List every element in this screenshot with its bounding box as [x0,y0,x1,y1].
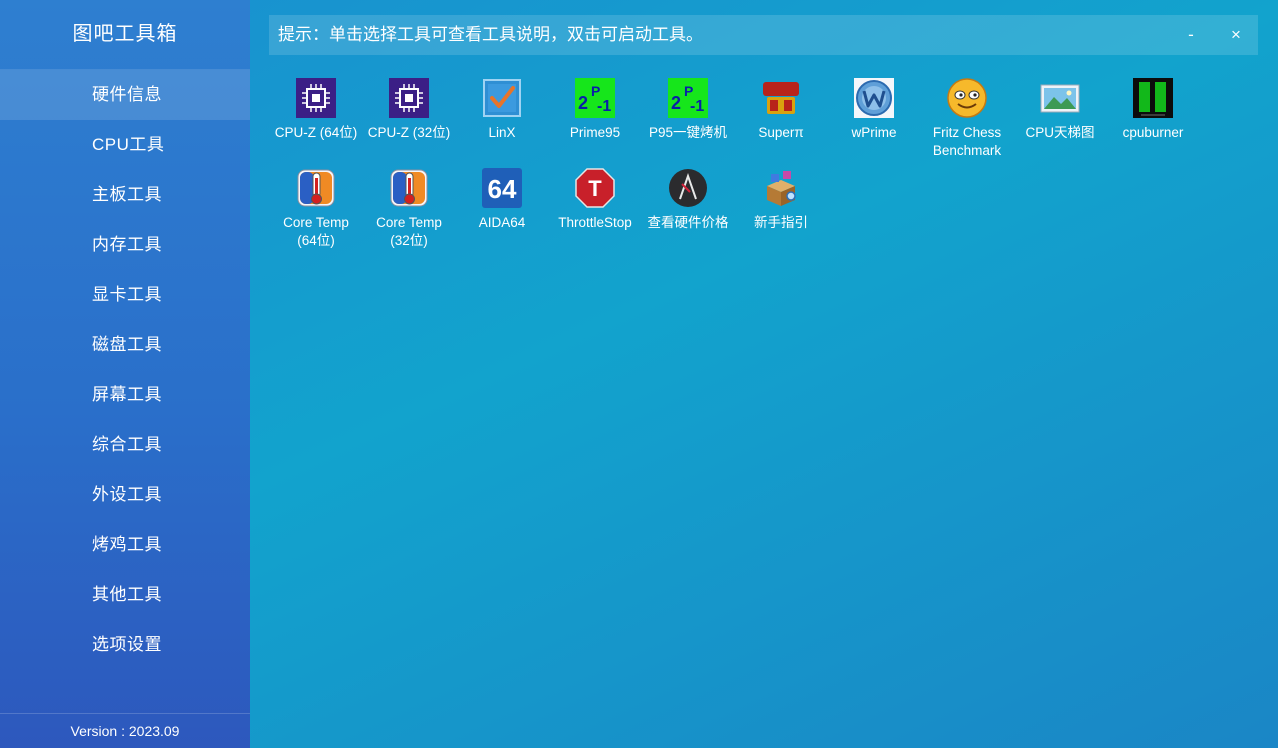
svg-text:2: 2 [671,93,681,113]
svg-text:P: P [684,83,693,99]
close-button[interactable]: × [1221,15,1251,55]
prime95-icon: 2 P -1 [668,78,708,118]
tool-label: cpuburner [1122,125,1184,140]
landscape-picture-icon [1040,84,1080,113]
tool-aida64[interactable]: 64 AIDA64 [455,168,549,232]
tool-p95-oneclick[interactable]: 2 P -1 P95一键烤机 [641,78,735,142]
sidebar-nav: 硬件信息 CPU工具 主板工具 内存工具 显卡工具 磁盘工具 屏幕工具 综合工具… [0,70,250,670]
sidebar-item-general-tools[interactable]: 综合工具 [0,420,250,470]
hint-bar: 提示：单击选择工具可查看工具说明，双击可启动工具。 - × [269,15,1258,55]
tool-hardware-price[interactable]: 查看硬件价格 [641,168,735,232]
sidebar-item-motherboard-tools[interactable]: 主板工具 [0,170,250,220]
tool-fritz-chess[interactable]: Fritz Chess Benchmark [920,78,1014,160]
tool-label: 查看硬件价格 [647,215,729,230]
tool-label: Fritz Chess Benchmark [932,125,1002,158]
cpuz-chip-icon [296,78,336,118]
tool-label: P95一键烤机 [648,125,728,140]
tool-label: Core Temp (64位) [283,215,349,248]
hint-text: 提示：单击选择工具可查看工具说明，双击可启动工具。 [278,25,703,44]
tool-beginner-guide[interactable]: 新手指引 [734,168,828,232]
prime95-icon: 2 P -1 [575,78,615,118]
tool-label: ThrottleStop [558,215,632,230]
sidebar: 图吧工具箱 硬件信息 CPU工具 主板工具 内存工具 显卡工具 磁盘工具 屏幕工… [0,0,250,748]
tool-cpu-ladder[interactable]: CPU天梯图 [1013,78,1107,142]
sidebar-item-disk-tools[interactable]: 磁盘工具 [0,320,250,370]
tool-coretemp-64[interactable]: Core Temp (64位) [269,168,363,250]
stop-sign-icon: T [575,168,615,208]
svg-text:-1: -1 [690,98,704,115]
sidebar-item-gpu-tools[interactable]: 显卡工具 [0,270,250,320]
tool-label: Superπ [758,125,804,140]
package-box-icon [767,171,796,206]
tool-label: Core Temp (32位) [376,215,442,248]
tool-cpuburner[interactable]: cpuburner [1106,78,1200,142]
wprime-icon [854,78,894,118]
tool-superpi[interactable]: Superπ [734,78,828,142]
svg-text:2: 2 [578,93,588,113]
tool-throttlestop[interactable]: T ThrottleStop [548,168,642,232]
dark-logo-icon [669,169,707,207]
sidebar-item-hardware-info[interactable]: 硬件信息 [0,70,250,120]
smiley-face-icon [947,78,987,118]
svg-text:64: 64 [488,174,517,204]
app-title: 图吧工具箱 [0,0,250,70]
sidebar-item-other-tools[interactable]: 其他工具 [0,570,250,620]
tool-label: wPrime [851,125,897,140]
tool-label: CPU天梯图 [1025,125,1095,140]
tool-wprime[interactable]: wPrime [827,78,921,142]
sidebar-item-peripheral-tools[interactable]: 外设工具 [0,470,250,520]
sidebar-item-stress-tools[interactable]: 烤鸡工具 [0,520,250,570]
sidebar-item-screen-tools[interactable]: 屏幕工具 [0,370,250,420]
minimize-button[interactable]: - [1176,15,1206,55]
cpuburner-bars-icon [1133,78,1173,118]
cpuz-chip-icon [389,78,429,118]
sidebar-item-memory-tools[interactable]: 内存工具 [0,220,250,270]
tool-label: 新手指引 [754,215,808,230]
svg-text:-1: -1 [597,98,611,115]
thermometer-icon [390,169,428,207]
svg-text:P: P [591,83,600,99]
tool-cpuz-32[interactable]: CPU-Z (32位) [362,78,456,142]
tool-label: CPU-Z (32位) [367,125,451,140]
tool-label: LinX [488,125,516,140]
thermometer-icon [297,169,335,207]
tool-prime95[interactable]: 2 P -1 Prime95 [548,78,642,142]
version-label: Version : 2023.09 [0,713,250,748]
superpi-icon [763,82,799,114]
tool-linx[interactable]: LinX [455,78,549,142]
tool-cpuz-64[interactable]: CPU-Z (64位) [269,78,363,142]
tool-label: AIDA64 [478,215,526,230]
tool-label: Prime95 [569,125,621,140]
sidebar-item-cpu-tools[interactable]: CPU工具 [0,120,250,170]
linx-checkbox-icon [483,79,521,117]
tool-label: CPU-Z (64位) [274,125,358,140]
sidebar-item-settings[interactable]: 选项设置 [0,620,250,670]
tool-coretemp-32[interactable]: Core Temp (32位) [362,168,456,250]
aida64-icon: 64 [482,168,522,208]
svg-text:T: T [588,176,602,201]
